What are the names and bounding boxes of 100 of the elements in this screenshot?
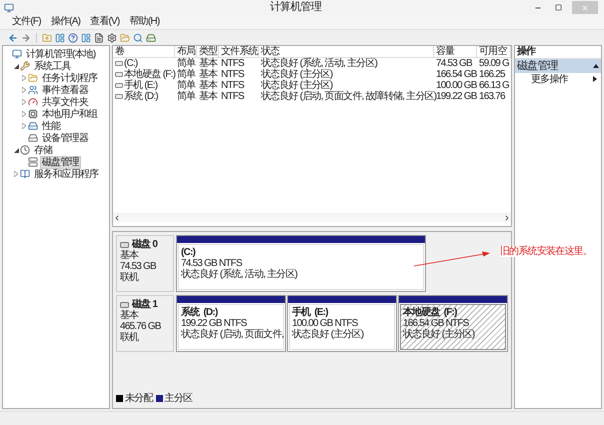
partition[interactable]: 本地硬盘 (F:) 166.54 GB NTFS 状态良好 (主分区) (398, 295, 508, 352)
table-cell: 基本 (199, 80, 218, 91)
menu-item[interactable]: 文件(F) (12, 16, 41, 28)
tree-item[interactable]: 事件查看器 (40, 84, 90, 96)
disk-info[interactable]: 磁盘 1 基本 465.76 GB 联机 (116, 295, 174, 352)
legend-label: 主分区 (164, 393, 192, 404)
panel-icon[interactable] (81, 32, 91, 42)
table-cell: 166.54 GB (436, 69, 477, 80)
book-icon (20, 169, 30, 179)
tree-item[interactable]: 计算机管理(本地) (24, 48, 98, 60)
table-cell: 系统 (D:) (124, 91, 158, 102)
partition-status: 状态良好 (主分区) (292, 329, 364, 341)
panel-icon[interactable] (55, 32, 65, 42)
collapse-arrow-icon[interactable] (593, 64, 599, 68)
table-cell: 状态良好 (系统, 活动, 主分区) (261, 58, 378, 69)
hard-drive-icon[interactable] (146, 32, 156, 42)
table-cell: 简单 (177, 91, 196, 102)
expand-arrow-icon[interactable] (22, 111, 26, 117)
column-header[interactable]: 布局 (175, 46, 197, 57)
partition-status: 状态良好 (启动, 页面文件, (181, 329, 281, 341)
table-cell: 手机 (E:) (124, 80, 158, 91)
tree-item[interactable]: 本地用户和组 (40, 108, 100, 120)
tree-item[interactable]: 服务和应用程序 (32, 168, 100, 180)
table-cell: 本地硬盘 (F:) (124, 69, 176, 80)
horizontal-scrollbar[interactable] (113, 213, 511, 222)
table-cell: 199.22 GB (436, 91, 477, 102)
tree-item[interactable]: 共享文件夹 (40, 96, 90, 108)
settings-icon[interactable] (107, 32, 117, 42)
help-icon[interactable] (68, 32, 78, 42)
partition-size: 100.00 GB NTFS (292, 318, 359, 329)
hard-drive-icon (28, 121, 38, 131)
column-header[interactable]: 可用空 (477, 46, 511, 57)
table-cell: (C:) (124, 58, 138, 69)
disk-size: 74.53 GB (120, 261, 158, 272)
back-icon[interactable] (8, 32, 18, 42)
expand-arrow-icon[interactable] (22, 123, 26, 129)
table-cell: 59.09 G (479, 58, 509, 69)
disk-status: 联机 (120, 272, 140, 283)
table-cell: 基本 (199, 91, 218, 102)
window-title: 计算机管理 (270, 1, 322, 14)
table-cell: 基本 (199, 58, 218, 69)
column-header[interactable]: 状态 (259, 46, 434, 57)
table-cell: 状态良好 (启动, 页面文件, 故障转储, 主分区) (261, 91, 436, 102)
collapse-arrow-icon[interactable] (14, 148, 18, 152)
users-icon (28, 85, 38, 95)
column-header[interactable]: 卷 (113, 46, 175, 57)
menu-item[interactable]: 查看(V) (90, 16, 120, 28)
disk-name: 磁盘 1 (132, 299, 158, 310)
tree-item[interactable]: 系统工具 (32, 60, 73, 72)
table-cell: 简单 (177, 58, 196, 69)
scroll-right-icon[interactable] (503, 214, 511, 222)
partition-size: 74.53 GB NTFS (181, 258, 243, 269)
chip-icon (28, 109, 38, 119)
partition-status: 状态良好 (主分区) (403, 329, 476, 341)
column-header[interactable]: 类型 (197, 46, 219, 57)
table-cell: 66.13 G (479, 80, 509, 91)
document-icon[interactable] (94, 32, 104, 42)
tree-item[interactable]: 磁盘管理 (40, 156, 81, 168)
hard-drive-icon (28, 133, 38, 143)
action-item[interactable]: 更多操作 (515, 73, 601, 85)
partition[interactable]: (C:) 74.53 GB NTFS 状态良好 (系统, 活动, 主分区) (176, 235, 426, 292)
partition-size: 199.22 GB NTFS (181, 318, 248, 329)
actions-section-title: 磁盘管理 (517, 60, 558, 72)
search-icon[interactable] (133, 32, 143, 42)
server-icon (28, 157, 38, 167)
partition-name: 手机 (E:) (292, 307, 329, 318)
folder-up-icon[interactable] (42, 32, 52, 42)
expand-arrow-icon[interactable] (22, 99, 26, 105)
expand-arrow-icon[interactable] (22, 75, 26, 81)
tree-item[interactable]: 任务计划程序 (40, 72, 100, 84)
tree-item[interactable]: 存储 (32, 144, 54, 156)
partition-size: 166.54 GB NTFS (403, 318, 470, 329)
tree-item[interactable]: 性能 (40, 120, 62, 132)
disk-status: 联机 (120, 332, 140, 343)
menu-item[interactable]: 操作(A) (50, 16, 80, 28)
disk-type: 基本 (120, 310, 140, 321)
partition-name: 系统 (D:) (181, 307, 219, 318)
menu-item[interactable]: 帮助(H) (129, 16, 160, 28)
tree-item[interactable]: 设备管理器 (40, 132, 90, 144)
maximize-icon (554, 4, 562, 11)
disk-size: 465.76 GB (120, 321, 162, 332)
expand-arrow-icon[interactable] (22, 87, 26, 93)
partition[interactable]: 手机 (E:) 100.00 GB NTFS 状态良好 (主分区) (287, 295, 397, 352)
disk-info[interactable]: 磁盘 0 基本 74.53 GB 联机 (116, 235, 174, 292)
app-icon (4, 2, 14, 12)
forward-icon[interactable] (21, 32, 31, 42)
expand-arrow-icon[interactable] (14, 171, 18, 177)
column-header[interactable]: 文件系统 (219, 46, 259, 57)
disk-type: 基本 (120, 250, 140, 261)
scroll-left-icon[interactable] (113, 214, 121, 222)
submenu-arrow-icon (593, 76, 597, 82)
table-cell: 状态良好 (主分区) (261, 69, 332, 80)
actions-section-header[interactable]: 磁盘管理 (515, 59, 601, 73)
partition[interactable]: 系统 (D:) 199.22 GB NTFS 状态良好 (启动, 页面文件, (176, 295, 286, 352)
disk-name: 磁盘 0 (132, 239, 158, 250)
gauge-icon (28, 97, 38, 107)
wrench-icon (20, 61, 30, 71)
column-header[interactable]: 容量 (434, 46, 477, 57)
clock-icon (20, 145, 30, 155)
collapse-arrow-icon[interactable] (14, 64, 18, 68)
